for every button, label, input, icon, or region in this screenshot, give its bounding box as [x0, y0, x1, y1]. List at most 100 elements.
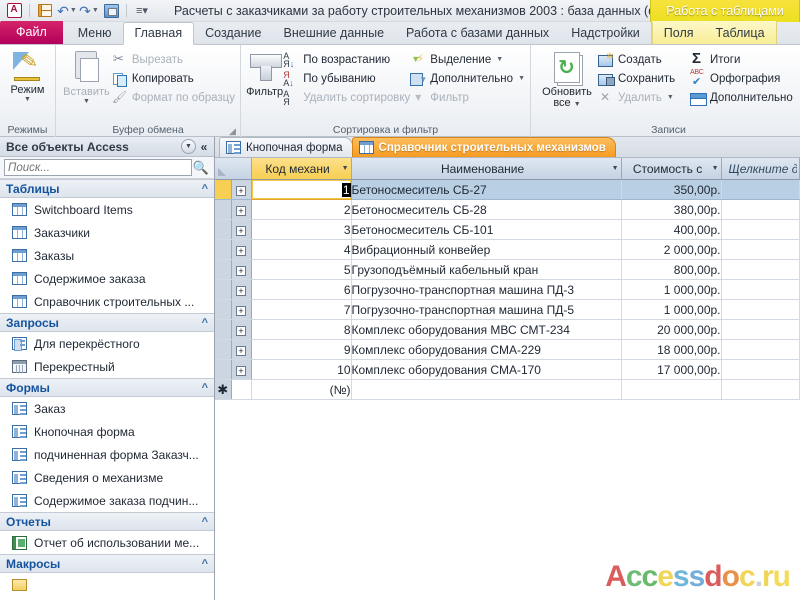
tab-fields[interactable]: Поля: [651, 22, 705, 44]
table-row[interactable]: + 1 Бетоносмеситель СБ-27 350,00р.: [215, 179, 800, 200]
cell-id[interactable]: 3: [251, 219, 352, 240]
row-expander[interactable]: +: [231, 319, 252, 340]
cut-button[interactable]: Вырезать: [112, 50, 235, 69]
row-selector[interactable]: [215, 219, 232, 240]
tab-table[interactable]: Таблица: [704, 22, 776, 44]
save-icon[interactable]: [35, 2, 55, 20]
cell-cost[interactable]: 20 000,00р.: [621, 319, 722, 340]
tab-addins[interactable]: Надстройки: [560, 22, 651, 44]
row-selector[interactable]: [215, 279, 232, 300]
chevron-up-icon[interactable]: ^: [202, 516, 208, 528]
double-chevron-left-icon[interactable]: «: [196, 140, 212, 154]
new-record-row[interactable]: ✱ (№): [215, 379, 800, 400]
tab-home[interactable]: Главная: [122, 22, 195, 45]
row-expander[interactable]: +: [231, 219, 252, 240]
new-record-addnew[interactable]: [721, 379, 800, 400]
tab-external-data[interactable]: Внешние данные: [273, 22, 396, 44]
cell-addnew[interactable]: [721, 339, 800, 360]
cell-id[interactable]: 7: [251, 299, 352, 320]
format-painter-button[interactable]: Формат по образцу: [112, 88, 235, 107]
table-row[interactable]: + 2 Бетоносмеситель СБ-28 380,00р.: [215, 199, 800, 220]
cell-name[interactable]: Погрузочно-транспортная машина ПД-5: [351, 299, 622, 320]
cell-name[interactable]: Бетоносмеситель СБ-28: [351, 199, 622, 220]
table-row[interactable]: + 5 Грузоподъёмный кабельный кран 800,00…: [215, 259, 800, 280]
tab-file[interactable]: Файл: [0, 21, 63, 44]
row-selector[interactable]: [215, 359, 232, 380]
column-header-name[interactable]: Наименование ▼: [351, 158, 622, 180]
totals-button[interactable]: Итоги: [690, 50, 800, 69]
advanced-filter-button[interactable]: Дополнительно ▼: [410, 69, 525, 88]
cell-addnew[interactable]: [721, 239, 800, 260]
plus-icon[interactable]: +: [236, 245, 246, 256]
plus-icon[interactable]: +: [236, 365, 246, 376]
chevron-down-icon[interactable]: ▼: [709, 165, 719, 172]
plus-icon[interactable]: +: [236, 205, 246, 216]
cell-addnew[interactable]: [721, 359, 800, 380]
cell-name[interactable]: Погрузочно-транспортная машина ПД-3: [351, 279, 622, 300]
cell-id[interactable]: 4: [251, 239, 352, 260]
chevron-down-circle-icon[interactable]: ▼: [181, 139, 196, 154]
table-row[interactable]: + 7 Погрузочно-транспортная машина ПД-5 …: [215, 299, 800, 320]
plus-icon[interactable]: +: [236, 265, 246, 276]
column-header-id[interactable]: Код механи ▼: [251, 158, 352, 180]
cell-cost[interactable]: 1 000,00р.: [621, 299, 722, 320]
cell-id[interactable]: 6: [251, 279, 352, 300]
row-selector[interactable]: [215, 339, 232, 360]
sort-ascending-button[interactable]: А Я↓ По возрастанию: [283, 50, 410, 69]
doctab-spravochnik[interactable]: Справочник строительных механизмов: [351, 137, 616, 157]
chevron-up-icon[interactable]: ^: [202, 382, 208, 394]
paste-button[interactable]: Вставить ▼: [61, 49, 112, 105]
column-header-cost[interactable]: Стоимость с ▼: [621, 158, 722, 180]
filter-button[interactable]: Фильтр: [246, 49, 283, 98]
chevron-up-icon[interactable]: ^: [202, 558, 208, 570]
row-selector[interactable]: [215, 239, 232, 260]
row-expander[interactable]: +: [231, 239, 252, 260]
refresh-all-button[interactable]: Обновить все ▼: [536, 49, 598, 109]
nav-item-otchet-ob-ispolzovanii[interactable]: Отчет об использовании ме...: [0, 531, 214, 554]
nav-group-reports[interactable]: Отчеты ^: [0, 512, 214, 531]
cell-cost[interactable]: 380,00р.: [621, 199, 722, 220]
table-row[interactable]: + 3 Бетоносмеситель СБ-101 400,00р.: [215, 219, 800, 240]
toggle-filter-button[interactable]: ▾ Фильтр: [410, 88, 525, 107]
row-expander[interactable]: +: [231, 359, 252, 380]
row-expander[interactable]: +: [231, 279, 252, 300]
redo-icon[interactable]: ↷ ▼: [79, 2, 99, 20]
cell-name[interactable]: Вибрационный конвейер: [351, 239, 622, 260]
search-input[interactable]: [4, 159, 192, 176]
row-selector[interactable]: [215, 259, 232, 280]
row-selector[interactable]: [215, 319, 232, 340]
row-expander[interactable]: +: [231, 299, 252, 320]
nav-item-zakaz[interactable]: Заказ: [0, 397, 214, 420]
cell-name[interactable]: Комплекс оборудования МВС СМТ-234: [351, 319, 622, 340]
nav-item-soderzhimoe-zakaza[interactable]: Содержимое заказа: [0, 267, 214, 290]
nav-group-queries[interactable]: Запросы ^: [0, 313, 214, 332]
row-selector[interactable]: [215, 199, 232, 220]
table-row[interactable]: + 6 Погрузочно-транспортная машина ПД-3 …: [215, 279, 800, 300]
cell-addnew[interactable]: [721, 259, 800, 280]
plus-icon[interactable]: +: [236, 185, 246, 196]
nav-item-zakazchiki[interactable]: Заказчики: [0, 221, 214, 244]
sort-descending-button[interactable]: Я А↓ По убыванию: [283, 69, 410, 88]
cell-id[interactable]: 8: [251, 319, 352, 340]
cell-addnew[interactable]: [721, 279, 800, 300]
cell-name[interactable]: Бетоносмеситель СБ-27: [351, 179, 622, 200]
chevron-down-icon[interactable]: ▼: [24, 96, 31, 103]
new-record-button[interactable]: Создать: [598, 50, 690, 69]
new-record-id[interactable]: (№): [251, 379, 352, 400]
delete-record-button[interactable]: Удалить ▼: [598, 88, 690, 107]
nav-item-macro-partial[interactable]: [0, 573, 214, 596]
nav-item-svedeniya-o-mehanizme[interactable]: Сведения о механизме: [0, 466, 214, 489]
plus-icon[interactable]: +: [236, 345, 246, 356]
customize-qat-icon[interactable]: ≡▾: [132, 2, 152, 20]
refresh-all-icon[interactable]: [101, 2, 121, 20]
table-row[interactable]: + 8 Комплекс оборудования МВС СМТ-234 20…: [215, 319, 800, 340]
cell-name[interactable]: Грузоподъёмный кабельный кран: [351, 259, 622, 280]
row-selector[interactable]: [215, 179, 232, 200]
cell-addnew[interactable]: [721, 179, 800, 200]
cell-id[interactable]: 2: [251, 199, 352, 220]
more-records-button[interactable]: Дополнительно: [690, 88, 800, 107]
nav-item-perekrestnyy[interactable]: Перекрестный: [0, 355, 214, 378]
column-header-add-new-field[interactable]: Щелкните для: [721, 158, 800, 180]
chevron-down-icon[interactable]: ▼: [609, 165, 619, 172]
row-expander[interactable]: +: [231, 259, 252, 280]
